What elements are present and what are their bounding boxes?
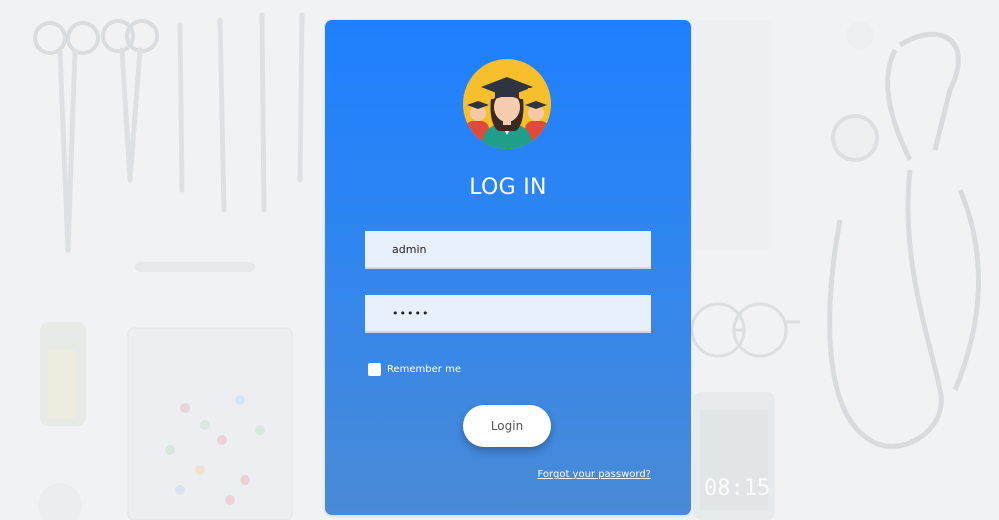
username-input[interactable] [365,231,651,269]
remember-me-checkbox[interactable] [368,363,381,376]
login-button[interactable]: Login [463,405,551,447]
login-card: LOG IN Remember me Login Forgot your pas… [325,20,691,515]
remember-me-row[interactable]: Remember me [368,363,461,376]
password-input[interactable] [365,295,651,333]
graduate-avatar-icon [463,51,551,149]
forgot-password-link[interactable]: Forgot your password? [538,469,651,480]
remember-me-label: Remember me [387,364,461,375]
login-title: LOG IN [469,175,547,200]
phone-clock-text: 08:15 [704,476,771,501]
